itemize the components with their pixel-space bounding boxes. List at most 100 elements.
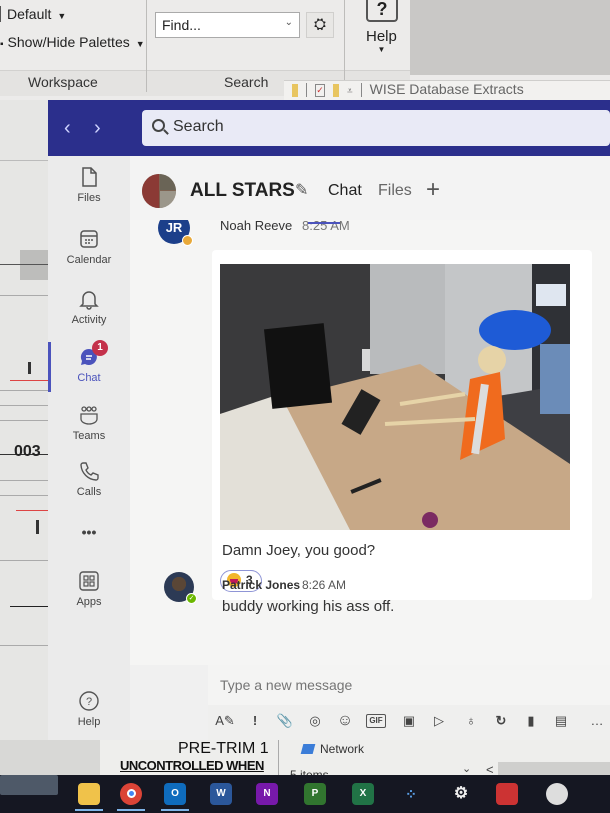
rail-item-apps[interactable]: Apps bbox=[48, 570, 130, 608]
apps-icon bbox=[79, 571, 99, 591]
message-author: Noah Reeve bbox=[220, 220, 293, 233]
tab-chat[interactable]: Chat bbox=[328, 182, 362, 200]
checklist-icon[interactable]: ✓ bbox=[315, 83, 325, 97]
compose-toolbar: A✎ ! 📎 ◎ ☺ GIF ▣ ▷ ♁ ↻ ▮ ▤ … bbox=[208, 709, 610, 735]
rail-label: Calendar bbox=[66, 254, 112, 266]
rail-item-more[interactable]: ••• bbox=[48, 524, 130, 540]
horizontal-scrollbar[interactable] bbox=[498, 762, 610, 776]
rail-item-calls[interactable]: Calls bbox=[48, 460, 130, 498]
rail-label: Calls bbox=[76, 486, 102, 498]
forms-icon[interactable]: ▤ bbox=[550, 709, 572, 733]
message-bubble: Damn Joey, you good? 3 bbox=[212, 250, 592, 600]
show-hide-palettes-button[interactable]: ▪ Show/Hide Palettes ▼ bbox=[0, 34, 145, 50]
stream-icon[interactable]: ▷ bbox=[428, 709, 450, 733]
more-icon: ••• bbox=[81, 524, 97, 540]
find-dropdown-icon[interactable]: ⌄ bbox=[285, 17, 293, 28]
rail-label: Help bbox=[77, 716, 101, 728]
search-input[interactable]: Search bbox=[142, 110, 610, 146]
taskbar-project[interactable]: P bbox=[304, 783, 326, 805]
bell-icon bbox=[79, 291, 99, 310]
chevron-down-icon[interactable]: ⌄ bbox=[462, 762, 471, 775]
rail-item-teams[interactable]: Teams bbox=[48, 404, 130, 442]
taskbar-round-app[interactable] bbox=[546, 783, 568, 805]
rail-item-help[interactable]: ? Help bbox=[48, 690, 130, 728]
document-title: PRE-TRIM 1 bbox=[178, 740, 269, 757]
background-ribbon: Default ▼ ▪ Show/Hide Palettes ▼ Workspace … bbox=[0, 0, 610, 102]
more-options-icon[interactable]: … bbox=[586, 709, 608, 733]
conversation-pane: JR Noah Reeve 8:25 AM Damn Joey, you goo… bbox=[130, 220, 610, 665]
important-icon[interactable]: ! bbox=[244, 709, 266, 733]
member-photo bbox=[142, 174, 159, 208]
find-input[interactable]: Find... ⌄ bbox=[155, 12, 300, 38]
taskbar-dots-app[interactable]: ⁘ bbox=[400, 783, 422, 805]
workspace-default-dropdown[interactable]: Default ▼ bbox=[0, 6, 66, 22]
rail-item-activity[interactable]: Activity bbox=[48, 288, 130, 326]
taskbar-onenote[interactable]: N bbox=[256, 783, 278, 805]
dropdown-caret-icon: ▼ bbox=[135, 39, 145, 49]
taskbar-chrome[interactable] bbox=[117, 783, 145, 811]
forward-button[interactable]: › bbox=[94, 117, 101, 140]
group-avatar[interactable] bbox=[142, 174, 176, 208]
scroll-indicator bbox=[308, 222, 340, 224]
word-icon: W bbox=[216, 788, 226, 799]
message-input[interactable] bbox=[208, 665, 610, 705]
schedule-meeting-icon[interactable]: ▣ bbox=[398, 709, 420, 733]
member-photo bbox=[160, 174, 176, 190]
network-nav-item[interactable]: Network bbox=[300, 742, 364, 756]
avatar[interactable]: JR bbox=[158, 220, 193, 246]
taskbar-red-app[interactable] bbox=[496, 783, 518, 805]
palette-icon: ▪ bbox=[0, 39, 4, 50]
rail-label: Activity bbox=[71, 314, 107, 326]
binoculars-icon[interactable]: ⛭ bbox=[306, 12, 334, 38]
add-tab-icon[interactable]: + bbox=[426, 176, 440, 204]
help-question-icon[interactable]: ? bbox=[366, 0, 398, 22]
taskbar-search-widget[interactable] bbox=[0, 775, 58, 795]
show-hide-label: Show/Hide Palettes bbox=[7, 34, 130, 50]
loop-icon[interactable]: ◎ bbox=[304, 709, 326, 733]
format-icon[interactable]: A✎ bbox=[214, 709, 236, 733]
search-group-label: Search bbox=[224, 74, 269, 90]
praise-icon[interactable]: ♁ bbox=[460, 709, 482, 733]
document-notice: UNCONTROLLED WHEN bbox=[120, 758, 264, 773]
rail-item-calendar[interactable]: Calendar bbox=[48, 228, 130, 266]
planner-icon[interactable]: ▮ bbox=[520, 709, 542, 733]
svg-text:?: ? bbox=[86, 696, 92, 708]
running-indicator bbox=[75, 809, 103, 811]
message-composer: A✎ ! 📎 ◎ ☺ GIF ▣ ▷ ♁ ↻ ▮ ▤ … bbox=[208, 665, 610, 740]
search-icon bbox=[152, 119, 165, 132]
help-button[interactable]: Help ▼ bbox=[366, 28, 397, 54]
attach-icon[interactable]: 📎 bbox=[274, 709, 296, 733]
rail-item-files[interactable]: Files bbox=[48, 166, 130, 204]
ribbon-separator bbox=[344, 0, 345, 92]
message-time: 8:26 AM bbox=[302, 578, 347, 592]
tab-files[interactable]: Files bbox=[378, 182, 412, 200]
updates-icon[interactable]: ↻ bbox=[490, 709, 512, 733]
workspace-group-label: Workspace bbox=[28, 74, 98, 90]
drawing-mark bbox=[28, 362, 31, 374]
back-button[interactable]: ‹ bbox=[64, 117, 71, 140]
avatar[interactable]: ✓ bbox=[164, 572, 197, 604]
chat-icon: 1 bbox=[78, 340, 108, 368]
rail-label: Teams bbox=[72, 430, 106, 442]
gif-icon[interactable]: GIF bbox=[366, 714, 386, 728]
default-label: Default bbox=[7, 6, 52, 22]
taskbar-settings[interactable]: ⚙ bbox=[450, 783, 472, 805]
shared-image[interactable] bbox=[220, 264, 570, 530]
search-placeholder: Search bbox=[173, 118, 224, 135]
folder-icon[interactable] bbox=[292, 83, 298, 97]
rail-label: Files bbox=[77, 192, 101, 204]
taskbar-outlook[interactable]: O bbox=[161, 783, 189, 811]
taskbar-file-explorer[interactable] bbox=[75, 783, 103, 811]
presence-away-icon bbox=[182, 235, 193, 246]
folder-icon[interactable] bbox=[333, 83, 339, 97]
chrome-icon bbox=[126, 788, 136, 798]
teams-window: ‹ › Search Files Calendar Activity 1 Cha… bbox=[48, 100, 610, 740]
find-placeholder: Find... bbox=[162, 17, 201, 33]
rail-item-chat[interactable]: 1 Chat bbox=[48, 340, 130, 384]
taskbar-excel[interactable]: X bbox=[352, 783, 374, 805]
taskbar-word[interactable]: W bbox=[210, 783, 232, 805]
emoji-icon[interactable]: ☺ bbox=[334, 709, 356, 733]
edit-name-icon[interactable]: ✎ bbox=[295, 180, 308, 200]
customize-toolbar-icon[interactable]: ⩡ bbox=[347, 86, 353, 97]
message-text: Damn Joey, you good? bbox=[222, 542, 376, 559]
